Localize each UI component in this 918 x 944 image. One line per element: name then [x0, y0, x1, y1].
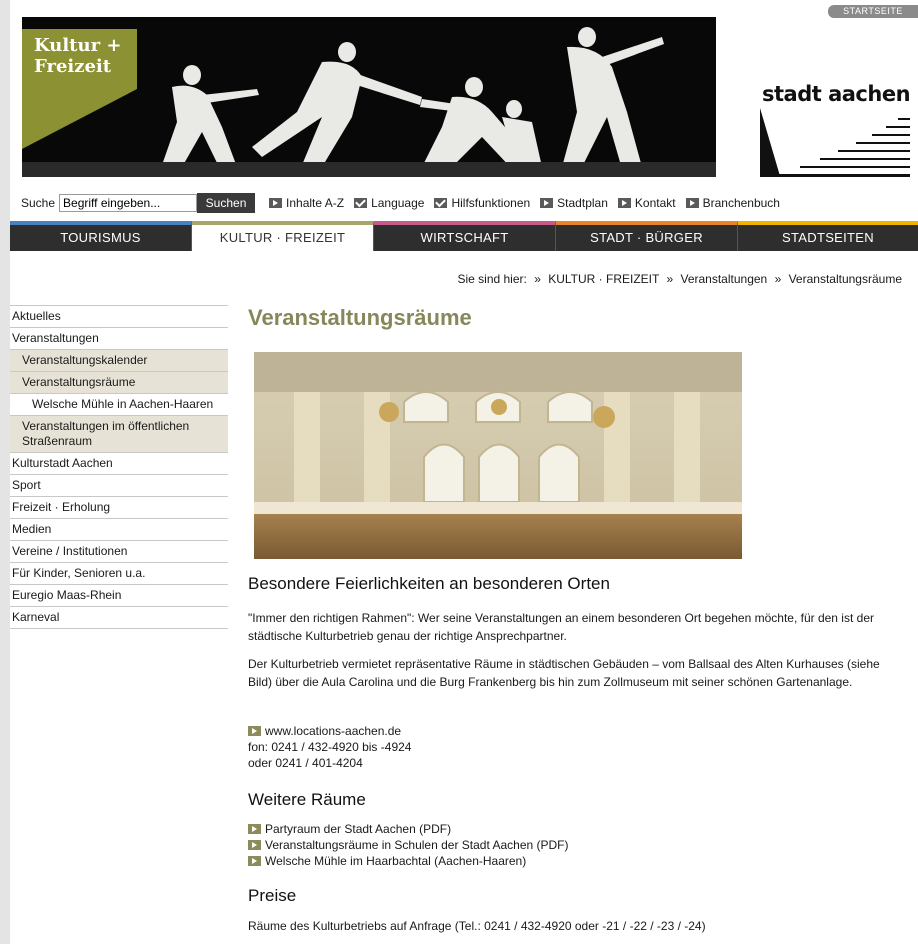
- link-language[interactable]: Language: [354, 196, 424, 210]
- contact-block: www.locations-aachen.de fon: 0241 / 432-…: [248, 723, 411, 771]
- link-label: Branchenbuch: [702, 196, 780, 210]
- stadt-aachen-logo-text[interactable]: stadt aachen: [762, 82, 911, 106]
- breadcrumb-label: KULTUR · FREIZEIT: [548, 272, 660, 286]
- breadcrumb: Sie sind hier: » KULTUR · FREIZEIT » Ver…: [453, 272, 902, 286]
- sidebar-item-euregio[interactable]: Euregio Maas-Rhein: [10, 584, 228, 606]
- section-heading-preise: Preise: [248, 886, 297, 905]
- badge-line-1: Kultur +: [34, 35, 122, 56]
- ballroom-photo: [254, 352, 742, 559]
- breadcrumb-item[interactable]: » KULTUR · FREIZEIT: [534, 272, 659, 286]
- arrow-icon: [617, 198, 631, 208]
- sidebar-item-veranstaltungsraeume[interactable]: Veranstaltungsräume: [10, 371, 228, 393]
- sidebar-item-kulturstadt-aachen[interactable]: Kulturstadt Aachen: [10, 452, 228, 474]
- link-schulen[interactable]: Veranstaltungsräume in Schulen der Stadt…: [248, 837, 569, 853]
- sidebar-item-aktuelles[interactable]: Aktuelles: [10, 305, 228, 327]
- check-mail-icon: [434, 198, 448, 208]
- contact-phone-2: oder 0241 / 401-4204: [248, 756, 363, 770]
- more-rooms-list: Partyraum der Stadt Aachen (PDF) Veranst…: [248, 821, 569, 869]
- utility-toolbar: Suche Suchen Inhalte A-Z Language Hilfsf…: [21, 193, 790, 213]
- link-branchenbuch[interactable]: Branchenbuch: [685, 196, 780, 210]
- section-heading-weitere-raeume: Weitere Räume: [248, 790, 366, 809]
- search-input[interactable]: [59, 194, 198, 212]
- main-navigation: TOURISMUS KULTUR · FREIZEIT WIRTSCHAFT S…: [10, 221, 918, 251]
- breadcrumb-label: Veranstaltungsräume: [788, 272, 902, 286]
- sidebar-item-fuer-kinder-senioren[interactable]: Für Kinder, Senioren u.a.: [10, 562, 228, 584]
- arrow-icon: [269, 198, 283, 208]
- link-label: Stadtplan: [557, 196, 608, 210]
- description-paragraph: Der Kulturbetrieb vermietet repräsentati…: [248, 657, 880, 689]
- arrow-icon: [248, 840, 261, 850]
- stadt-aachen-logo-graphic: [760, 108, 910, 177]
- sidebar-item-medien[interactable]: Medien: [10, 518, 228, 540]
- nav-tourismus[interactable]: TOURISMUS: [10, 221, 192, 251]
- nav-stadt-buerger[interactable]: STADT · BÜRGER: [556, 221, 738, 251]
- link-hilfsfunktionen[interactable]: Hilfsfunktionen: [434, 196, 530, 210]
- sidebar-navigation: Aktuelles Veranstaltungen Veranstaltungs…: [10, 305, 228, 629]
- sidebar-item-sport[interactable]: Sport: [10, 474, 228, 496]
- link-welsche-muehle[interactable]: Welsche Mühle im Haarbachtal (Aachen-Haa…: [248, 853, 569, 869]
- nav-stadtseiten[interactable]: STADTSEITEN: [738, 221, 918, 251]
- breadcrumb-item[interactable]: » Veranstaltungen: [666, 272, 767, 286]
- sidebar-item-vereine-institutionen[interactable]: Vereine / Institutionen: [10, 540, 228, 562]
- page-title-wrap: Veranstaltungsräume: [248, 305, 472, 331]
- link-label: Welsche Mühle im Haarbachtal (Aachen-Haa…: [265, 854, 527, 868]
- link-partyraum[interactable]: Partyraum der Stadt Aachen (PDF): [248, 821, 569, 837]
- link-label: Veranstaltungsräume in Schulen der Stadt…: [265, 838, 569, 852]
- nav-kultur-freizeit[interactable]: KULTUR · FREIZEIT: [192, 221, 374, 251]
- header-banner-image: Kultur + Freizeit: [22, 17, 716, 177]
- breadcrumb-label: Veranstaltungen: [680, 272, 768, 286]
- check-mail-icon: [354, 198, 368, 208]
- search-button[interactable]: Suchen: [197, 193, 256, 213]
- intro-paragraph: "Immer den richtigen Rahmen": Wer seine …: [248, 611, 874, 643]
- search-label: Suche: [21, 196, 56, 210]
- nav-wirtschaft[interactable]: WIRTSCHAFT: [374, 221, 556, 251]
- sidebar-item-karneval[interactable]: Karneval: [10, 606, 228, 629]
- price-text: Räume des Kulturbetriebs auf Anfrage (Te…: [248, 919, 706, 933]
- link-kontakt[interactable]: Kontakt: [617, 196, 676, 210]
- link-stadtplan[interactable]: Stadtplan: [540, 196, 608, 210]
- badge-line-2: Freizeit: [34, 56, 112, 77]
- page: STARTSEITE Kultur + Freizeit stadt aache…: [10, 0, 918, 944]
- link-label: Kontakt: [634, 196, 676, 210]
- link-inhalte-a-z[interactable]: Inhalte A-Z: [269, 196, 344, 210]
- contact-phone-1: fon: 0241 / 432-4920 bis -4924: [248, 740, 412, 754]
- arrow-icon: [248, 824, 261, 834]
- link-label: Partyraum der Stadt Aachen (PDF): [265, 822, 452, 836]
- startseite-link[interactable]: STARTSEITE: [828, 5, 918, 18]
- sidebar-item-veranstaltungen-strassenraum[interactable]: Veranstaltungen im öffentlichen Straßenr…: [10, 415, 228, 452]
- sidebar-item-welsche-muehle[interactable]: Welsche Mühle in Aachen-Haaren: [10, 393, 228, 415]
- locations-link-label: www.locations-aachen.de: [265, 724, 402, 738]
- arrow-icon: [248, 856, 261, 866]
- arrow-icon: [685, 198, 699, 208]
- sidebar-item-veranstaltungen[interactable]: Veranstaltungen: [10, 327, 228, 349]
- sidebar-item-veranstaltungskalender[interactable]: Veranstaltungskalender: [10, 349, 228, 371]
- page-title: Veranstaltungsräume: [248, 305, 472, 330]
- locations-link[interactable]: www.locations-aachen.de: [248, 723, 411, 739]
- badge-text: Kultur + Freizeit: [34, 35, 121, 77]
- breadcrumb-prefix: Sie sind hier:: [457, 272, 527, 286]
- sidebar-item-freizeit-erholung[interactable]: Freizeit · Erholung: [10, 496, 228, 518]
- link-label: Hilfsfunktionen: [451, 196, 531, 210]
- link-label: Language: [371, 196, 425, 210]
- link-label: Inhalte A-Z: [286, 196, 345, 210]
- arrow-icon: [540, 198, 554, 208]
- arrow-icon: [248, 726, 261, 736]
- breadcrumb-item[interactable]: » Veranstaltungsräume: [775, 272, 902, 286]
- section-heading-besondere: Besondere Feierlichkeiten an besonderen …: [248, 574, 610, 593]
